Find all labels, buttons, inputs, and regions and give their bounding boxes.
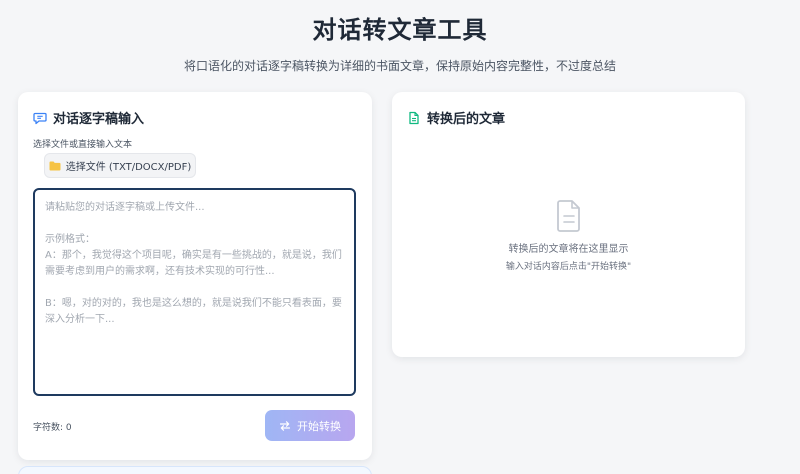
output-panel-title: 转换后的文章 [427,112,506,127]
file-hint-label: 选择文件或直接输入文本 [33,140,133,150]
folder-icon [49,161,61,171]
choose-file-button[interactable]: 选择文件 (TXT/DOCX/PDF) [44,153,196,178]
empty-state: 转换后的文章将在这里显示 输入对话内容后点击"开始转换" [392,198,745,276]
input-panel-title: 对话逐字稿输入 [53,112,145,127]
page-subtitle: 将口语化的对话逐字稿转换为详细的书面文章，保持原始内容完整性，不过度总结 [183,59,616,73]
empty-state-message: 转换后的文章将在这里显示 [508,244,629,255]
bottom-panel-edge [18,466,372,474]
input-panel: 对话逐字稿输入 选择文件或直接输入文本 选择文件 (TXT/DOCX/PDF) … [18,92,372,460]
header: 对话转文章工具 将口语化的对话逐字稿转换为详细的书面文章，保持原始内容完整性，不… [0,12,800,75]
char-count-value: 0 [65,423,72,433]
transcript-textarea[interactable] [33,188,356,396]
start-convert-label: 开始转换 [297,419,341,433]
message-square-icon [33,111,47,125]
char-count: 字符数: 0 [33,420,72,433]
start-convert-button[interactable]: 开始转换 [265,410,355,441]
output-panel-header: 转换后的文章 [407,108,505,127]
input-panel-header: 对话逐字稿输入 [33,108,144,127]
char-count-label: 字符数: [33,423,64,433]
document-icon [556,200,580,232]
file-text-icon [407,111,421,125]
page-title: 对话转文章工具 [312,16,488,44]
output-panel: 转换后的文章 转换后的文章将在这里显示 输入对话内容后点击"开始转换" [392,92,745,357]
swap-arrows-icon [279,420,291,432]
page: 对话转文章工具 将口语化的对话逐字稿转换为详细的书面文章，保持原始内容完整性，不… [0,0,800,474]
choose-file-label: 选择文件 (TXT/DOCX/PDF) [65,162,192,173]
empty-state-hint: 输入对话内容后点击"开始转换" [505,262,632,272]
